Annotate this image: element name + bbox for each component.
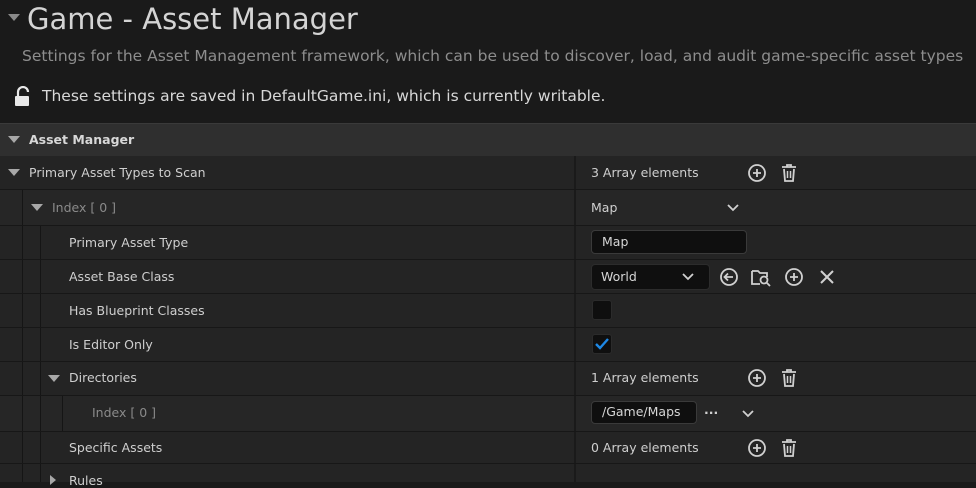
class-picker-value: World: [601, 269, 637, 284]
category-asset-manager[interactable]: Asset Manager: [0, 123, 976, 157]
checkmark-icon: [595, 338, 609, 350]
property-row-primary-asset-type: Primary Asset Type Map: [0, 226, 976, 260]
browse-asset-icon[interactable]: [750, 266, 772, 288]
column-splitter[interactable]: [574, 260, 576, 293]
property-label: Directories: [69, 370, 137, 385]
column-splitter[interactable]: [574, 464, 576, 482]
property-label: Asset Base Class: [69, 269, 175, 284]
property-row-specific-assets: Specific Assets 0 Array elements: [0, 432, 976, 464]
array-count: 1 Array elements: [591, 370, 699, 385]
column-splitter[interactable]: [574, 328, 576, 361]
expand-arrow-icon[interactable]: [31, 204, 43, 211]
property-label: Is Editor Only: [69, 337, 153, 352]
column-splitter[interactable]: [574, 396, 576, 431]
is-editor-only-checkbox[interactable]: [592, 334, 612, 354]
column-splitter[interactable]: [574, 294, 576, 327]
array-count: 0 Array elements: [591, 440, 699, 455]
property-label: Has Blueprint Classes: [69, 303, 205, 318]
property-row-asset-base-class: Asset Base Class World: [0, 260, 976, 294]
expand-arrow-icon[interactable]: [48, 375, 60, 382]
column-splitter[interactable]: [574, 156, 576, 189]
delete-all-icon[interactable]: [778, 162, 800, 184]
unlocked-icon: [15, 86, 30, 106]
page-subtitle: Settings for the Asset Management framew…: [22, 47, 964, 65]
property-row-directory-index-0: Index [ 0 ] /Game/Maps ...: [0, 396, 976, 432]
add-element-icon[interactable]: [746, 367, 768, 389]
collapse-arrow-icon[interactable]: [8, 14, 20, 21]
chevron-down-icon[interactable]: [726, 203, 740, 213]
add-element-icon[interactable]: [746, 437, 768, 459]
column-splitter[interactable]: [574, 432, 576, 463]
expand-arrow-icon[interactable]: [8, 136, 20, 143]
delete-all-icon[interactable]: [778, 367, 800, 389]
property-row-index-0: Index [ 0 ] Map: [0, 190, 976, 226]
category-label: Asset Manager: [29, 132, 135, 147]
asset-type-value: Map: [591, 200, 618, 215]
array-index-label: Index [ 0 ]: [52, 200, 117, 215]
column-splitter[interactable]: [574, 190, 576, 225]
property-row-primary-asset-types: Primary Asset Types to Scan 3 Array elem…: [0, 156, 976, 190]
chevron-down-icon[interactable]: [681, 272, 695, 282]
has-blueprint-checkbox[interactable]: [592, 300, 612, 320]
directory-path-input[interactable]: /Game/Maps: [591, 401, 697, 424]
clear-icon[interactable]: [816, 266, 838, 288]
column-splitter[interactable]: [574, 226, 576, 259]
add-element-icon[interactable]: [746, 162, 768, 184]
property-label: Primary Asset Types to Scan: [29, 165, 206, 180]
page-title: Game - Asset Manager: [27, 2, 358, 36]
property-label: Primary Asset Type: [69, 235, 189, 250]
property-row-is-editor-only: Is Editor Only: [0, 328, 976, 362]
use-selected-icon[interactable]: [718, 266, 740, 288]
expand-arrow-icon[interactable]: [50, 475, 56, 485]
settings-header: Game - Asset Manager Settings for the As…: [0, 0, 976, 124]
property-label: Specific Assets: [69, 440, 163, 455]
expand-arrow-icon[interactable]: [8, 169, 20, 176]
browse-directory-button[interactable]: ...: [704, 402, 718, 417]
property-row-rules: Rules: [0, 464, 976, 488]
array-count: 3 Array elements: [591, 165, 699, 180]
property-label: Rules: [69, 473, 103, 488]
chevron-down-icon[interactable]: [741, 409, 755, 419]
primary-asset-type-input[interactable]: Map: [591, 230, 747, 254]
column-splitter[interactable]: [574, 362, 576, 395]
property-row-directories: Directories 1 Array elements: [0, 362, 976, 396]
property-row-has-blueprint-classes: Has Blueprint Classes: [0, 294, 976, 328]
config-file-status: These settings are saved in DefaultGame.…: [42, 87, 606, 105]
array-index-label: Index [ 0 ]: [92, 405, 157, 420]
add-icon[interactable]: [783, 266, 805, 288]
delete-all-icon[interactable]: [778, 437, 800, 459]
